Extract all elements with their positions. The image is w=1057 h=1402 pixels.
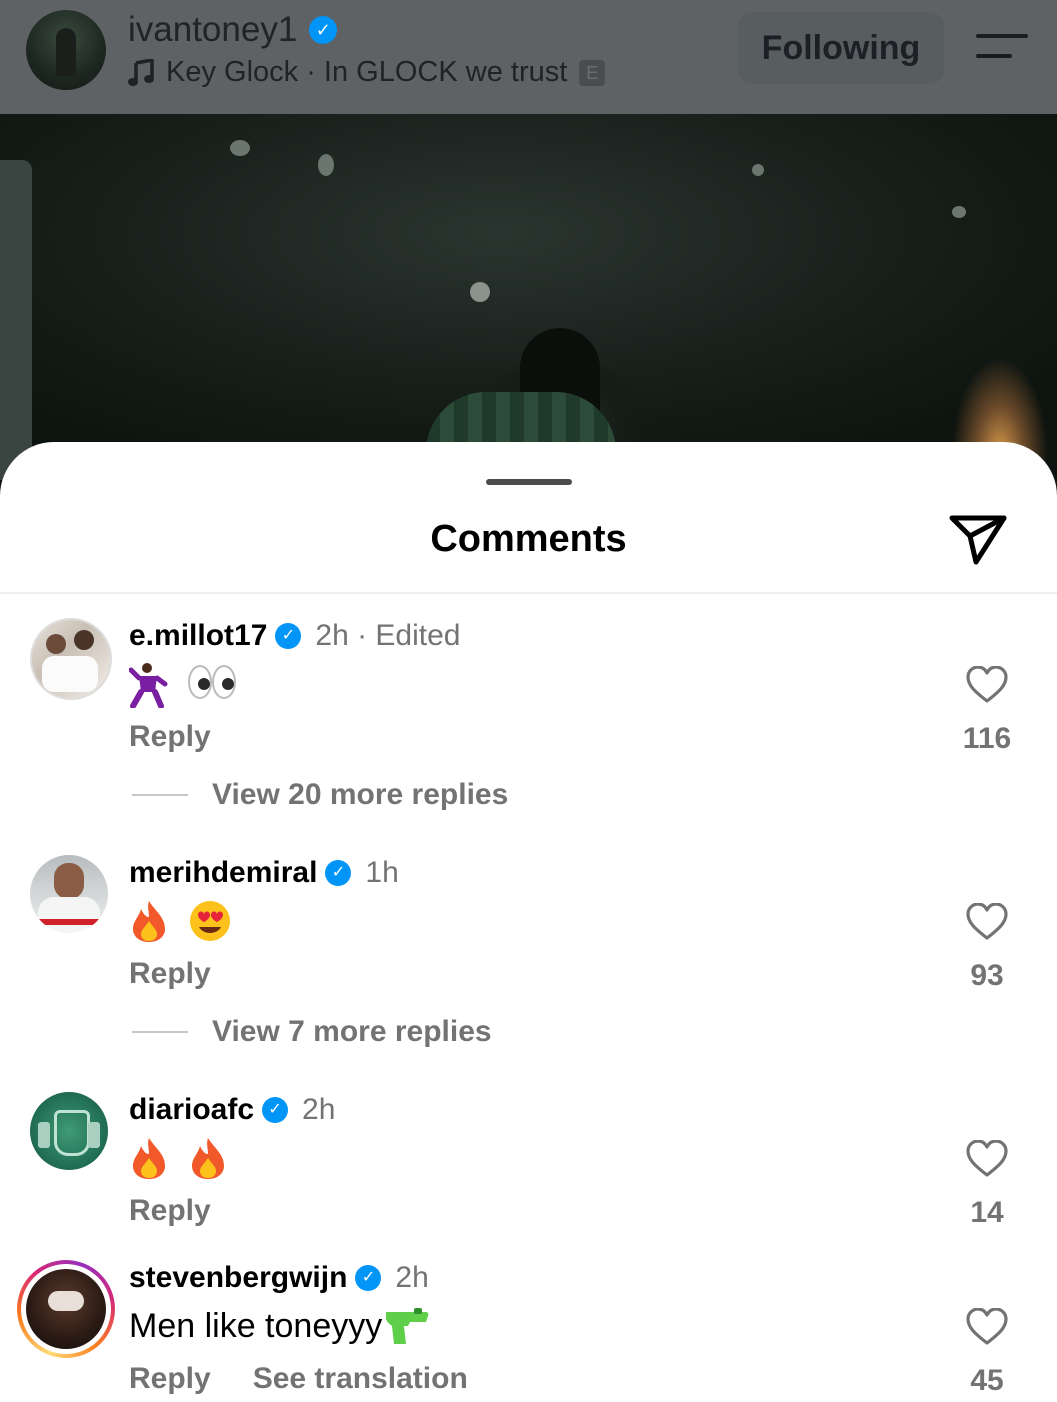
comment-actions: Reply See translation (129, 1362, 468, 1396)
music-note-icon (128, 58, 154, 86)
reply-button[interactable]: Reply (129, 720, 211, 754)
following-button[interactable]: Following (738, 12, 944, 84)
comment-meta: 1h (365, 856, 399, 889)
verified-badge-icon: ✓ (355, 1265, 382, 1291)
like-count: 14 (970, 1196, 1004, 1229)
commenter-row: diarioafc ✓ 2h (129, 1093, 335, 1127)
reply-button[interactable]: Reply (129, 1194, 211, 1228)
comment-meta: 2h · Edited (315, 619, 461, 652)
comments-sheet: Comments e.millot17 ✓ 2h · Edited Reply … (0, 442, 1057, 1402)
fire-emoji (188, 1136, 228, 1180)
heart-icon[interactable] (966, 903, 1008, 941)
author-username-row[interactable]: ivantoney1 ✓ (128, 10, 338, 50)
commenter-row: stevenbergwijn ✓ 2h (129, 1261, 429, 1295)
fire-emoji (129, 899, 169, 943)
sheet-title: Comments (430, 518, 627, 560)
menu-icon[interactable] (976, 32, 1028, 62)
comment-meta: 2h (395, 1261, 429, 1294)
dancer-emoji (128, 662, 169, 709)
share-icon[interactable] (946, 510, 1010, 566)
explicit-badge: E (579, 59, 606, 86)
commenter-avatar[interactable] (30, 618, 112, 700)
story-ring[interactable] (17, 1260, 115, 1358)
view-more-replies-label[interactable]: View 7 more replies (212, 1015, 492, 1049)
audio-track-label: Key Glock · In GLOCK we trust (166, 56, 568, 88)
reel-video-frame[interactable] (0, 114, 1057, 480)
commenter-username[interactable]: stevenbergwijn (129, 1261, 347, 1295)
commenter-avatar[interactable] (30, 855, 108, 933)
view-more-replies[interactable]: View 20 more replies (132, 778, 508, 812)
replies-divider-line (132, 794, 188, 796)
heart-eyes-emoji (188, 899, 232, 943)
reel-header: ivantoney1 ✓ Key Glock · In GLOCK we tru… (0, 0, 1057, 114)
commenter-username[interactable]: merihdemiral (129, 856, 317, 890)
comment-actions: Reply (129, 1194, 211, 1228)
sheet-drag-handle[interactable] (486, 479, 572, 485)
audio-track-row[interactable]: Key Glock · In GLOCK we trust E (128, 56, 606, 89)
reply-button[interactable]: Reply (129, 1362, 211, 1396)
verified-badge-icon: ✓ (309, 16, 338, 44)
like-count: 93 (970, 959, 1004, 992)
verified-badge-icon: ✓ (325, 860, 352, 886)
comment-meta: 2h (302, 1093, 336, 1126)
verified-badge-icon: ✓ (262, 1097, 289, 1123)
water-pistol-emoji (384, 1306, 430, 1350)
comment-actions: Reply (129, 957, 211, 991)
view-more-replies-label[interactable]: View 20 more replies (212, 778, 508, 812)
commenter-avatar[interactable] (26, 1269, 106, 1349)
author-avatar[interactable] (26, 10, 106, 90)
replies-divider-line (132, 1031, 188, 1033)
heart-icon[interactable] (966, 666, 1008, 704)
see-translation-button[interactable]: See translation (253, 1362, 468, 1396)
like-count: 116 (962, 722, 1012, 755)
like-count: 45 (970, 1364, 1004, 1397)
eyes-emoji (188, 662, 237, 706)
heart-icon[interactable] (966, 1308, 1008, 1346)
fire-emoji (129, 1136, 169, 1180)
comment-text (129, 1136, 238, 1180)
heart-icon[interactable] (966, 1140, 1008, 1178)
comment-actions: Reply (129, 720, 211, 754)
verified-badge-icon: ✓ (275, 623, 302, 649)
comment-text (129, 899, 242, 943)
view-more-replies[interactable]: View 7 more replies (132, 1015, 492, 1049)
comment-text (128, 662, 246, 709)
commenter-username[interactable]: e.millot17 (129, 619, 267, 653)
reply-button[interactable]: Reply (129, 957, 211, 991)
comment-body: Men like toneyyy (129, 1306, 383, 1345)
author-username[interactable]: ivantoney1 (128, 10, 297, 50)
commenter-username[interactable]: diarioafc (129, 1093, 254, 1127)
commenter-row: e.millot17 ✓ 2h · Edited (129, 619, 460, 653)
commenter-row: merihdemiral ✓ 1h (129, 856, 399, 890)
sheet-divider (0, 592, 1057, 594)
comment-text: Men like toneyyy (129, 1306, 440, 1350)
commenter-avatar[interactable] (30, 1092, 108, 1170)
